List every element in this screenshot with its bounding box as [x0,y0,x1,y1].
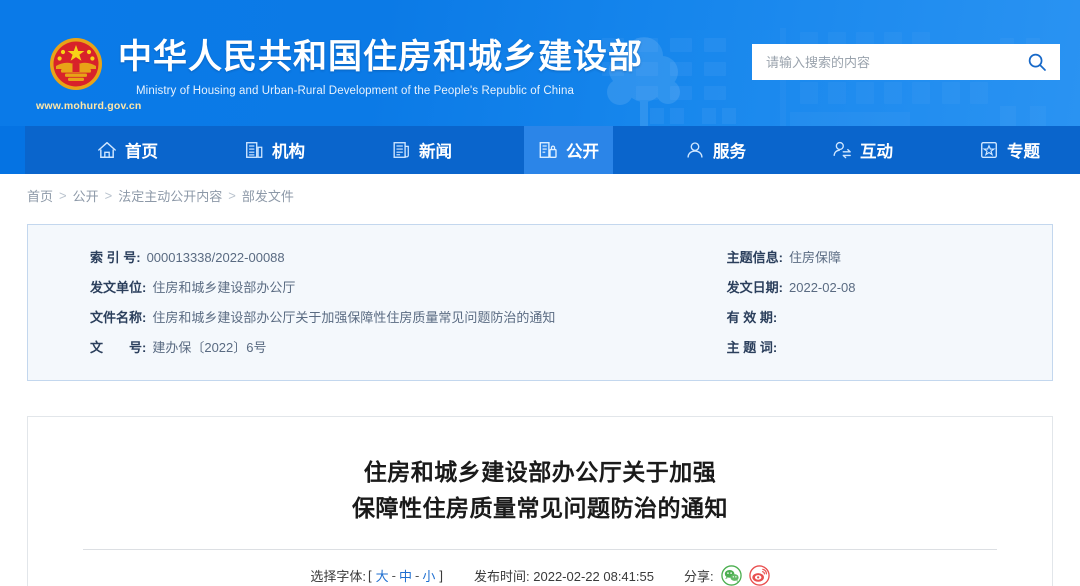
metadata-row: 主题信息: 住房保障 [727,247,1052,277]
page-title-line-1: 住房和城乡建设部办公厅关于加强 [28,454,1052,490]
font-size-small-button[interactable]: 小 [420,566,437,585]
person-icon [685,140,705,160]
search-input[interactable] [766,55,1024,70]
metadata-label: 发文日期: [727,277,783,296]
newspaper-icon [391,140,411,160]
interaction-icon [832,140,852,160]
breadcrumb-item-2[interactable]: 法定主动公开内容 [118,186,222,205]
nav-item-news-label: 新闻 [419,138,452,162]
disclosure-icon [538,140,558,160]
breadcrumb: 首页 > 公开 > 法定主动公开内容 > 部发文件 [0,174,1080,216]
dash-separator: - [415,568,419,583]
dash-separator: - [392,568,396,583]
breadcrumb-item-0[interactable]: 首页 [27,186,53,205]
metadata-column-right: 主题信息: 住房保障 发文日期: 2022-02-08 有 效 期: 主 题 词… [727,247,1052,367]
document-metadata-card: 索 引 号: 000013338/2022-00088 发文单位: 住房和城乡建… [27,224,1053,381]
bracket-open: [ [367,568,373,583]
search-icon [1027,52,1047,72]
metadata-label: 主题信息: [727,247,783,266]
metadata-row: 发文日期: 2022-02-08 [727,277,1052,307]
font-size-picker-label: 选择字体: [310,566,366,585]
publish-time-label: 发布时间: [474,569,530,584]
metadata-label: 文件名称: [90,307,146,326]
site-url: www.mohurd.gov.cn [36,100,141,112]
metadata-row: 有 效 期: [727,307,1052,337]
breadcrumb-separator: > [105,188,113,203]
article-card: 住房和城乡建设部办公厅关于加强 保障性住房质量常见问题防治的通知 选择字体: [… [27,416,1053,586]
share-group: 分享: [684,565,770,586]
nav-item-topics[interactable]: 专题 [965,126,1054,174]
home-icon [97,140,117,160]
search-button[interactable] [1024,49,1050,75]
page-title-line-2: 保障性住房质量常见问题防治的通知 [28,490,1052,526]
site-subtitle: Ministry of Housing and Urban-Rural Deve… [136,84,574,98]
font-size-medium-button[interactable]: 中 [397,566,414,585]
metadata-value: 住房保障 [783,247,841,266]
font-size-large-button[interactable]: 大 [374,566,391,585]
national-emblem-icon [48,36,104,92]
building-icon [244,140,264,160]
nav-item-service-label: 服务 [713,138,746,162]
metadata-label: 发文单位: [90,277,146,296]
metadata-column-left: 索 引 号: 000013338/2022-00088 发文单位: 住房和城乡建… [28,247,727,367]
nav-item-topics-label: 专题 [1007,138,1040,162]
metadata-row: 文 号: 建办保〔2022〕6号 [90,337,727,367]
nav-item-institutions-label: 机构 [272,138,305,162]
publish-time: 发布时间: 2022-02-22 08:41:55 [474,566,654,585]
nav-item-interaction[interactable]: 互动 [818,126,907,174]
metadata-label: 文 号: [90,337,146,356]
nav-item-service[interactable]: 服务 [671,126,760,174]
nav-item-disclosure-label: 公开 [566,138,599,162]
metadata-row: 发文单位: 住房和城乡建设部办公厅 [90,277,727,307]
weibo-icon[interactable] [749,565,770,586]
article-meta-bar: 选择字体: [ 大 - 中 - 小 ] 发布时间: 2022-02-22 08:… [28,550,1052,586]
breadcrumb-separator: > [59,188,67,203]
metadata-label: 主 题 词: [727,337,778,356]
metadata-label: 索 引 号: [90,247,141,266]
nav-item-home-label: 首页 [125,138,158,162]
metadata-value: 住房和城乡建设部办公厅关于加强保障性住房质量常见问题防治的通知 [146,307,555,326]
share-label: 分享: [684,566,714,585]
metadata-value: 2022-02-08 [783,280,856,295]
bracket-close: ] [438,568,444,583]
metadata-row: 文件名称: 住房和城乡建设部办公厅关于加强保障性住房质量常见问题防治的通知 [90,307,727,337]
star-box-icon [979,140,999,160]
metadata-value: 住房和城乡建设部办公厅 [146,277,295,296]
metadata-row: 主 题 词: [727,337,1052,367]
site-header: 中华人民共和国住房和城乡建设部 Ministry of Housing and … [0,0,1080,126]
nav-item-home[interactable]: 首页 [83,126,172,174]
nav-item-disclosure[interactable]: 公开 [524,126,613,174]
nav-item-interaction-label: 互动 [860,138,893,162]
site-title: 中华人民共和国住房和城乡建设部 [118,36,643,78]
font-size-picker: 选择字体: [ 大 - 中 - 小 ] [310,566,444,585]
nav-item-news[interactable]: 新闻 [377,126,466,174]
metadata-label: 有 效 期: [727,307,778,326]
search-box[interactable] [752,44,1060,80]
wechat-icon[interactable] [721,565,742,586]
main-nav: 首页 机构 [0,126,1080,174]
page-title: 住房和城乡建设部办公厅关于加强 保障性住房质量常见问题防治的通知 [28,417,1052,526]
breadcrumb-item-3: 部发文件 [242,186,294,205]
breadcrumb-item-1[interactable]: 公开 [73,186,99,205]
breadcrumb-separator: > [228,188,236,203]
metadata-value: 建办保〔2022〕6号 [146,337,266,356]
metadata-row: 索 引 号: 000013338/2022-00088 [90,247,727,277]
metadata-value: 000013338/2022-00088 [141,250,285,265]
publish-time-value: 2022-02-22 08:41:55 [533,569,654,584]
nav-item-institutions[interactable]: 机构 [230,126,319,174]
